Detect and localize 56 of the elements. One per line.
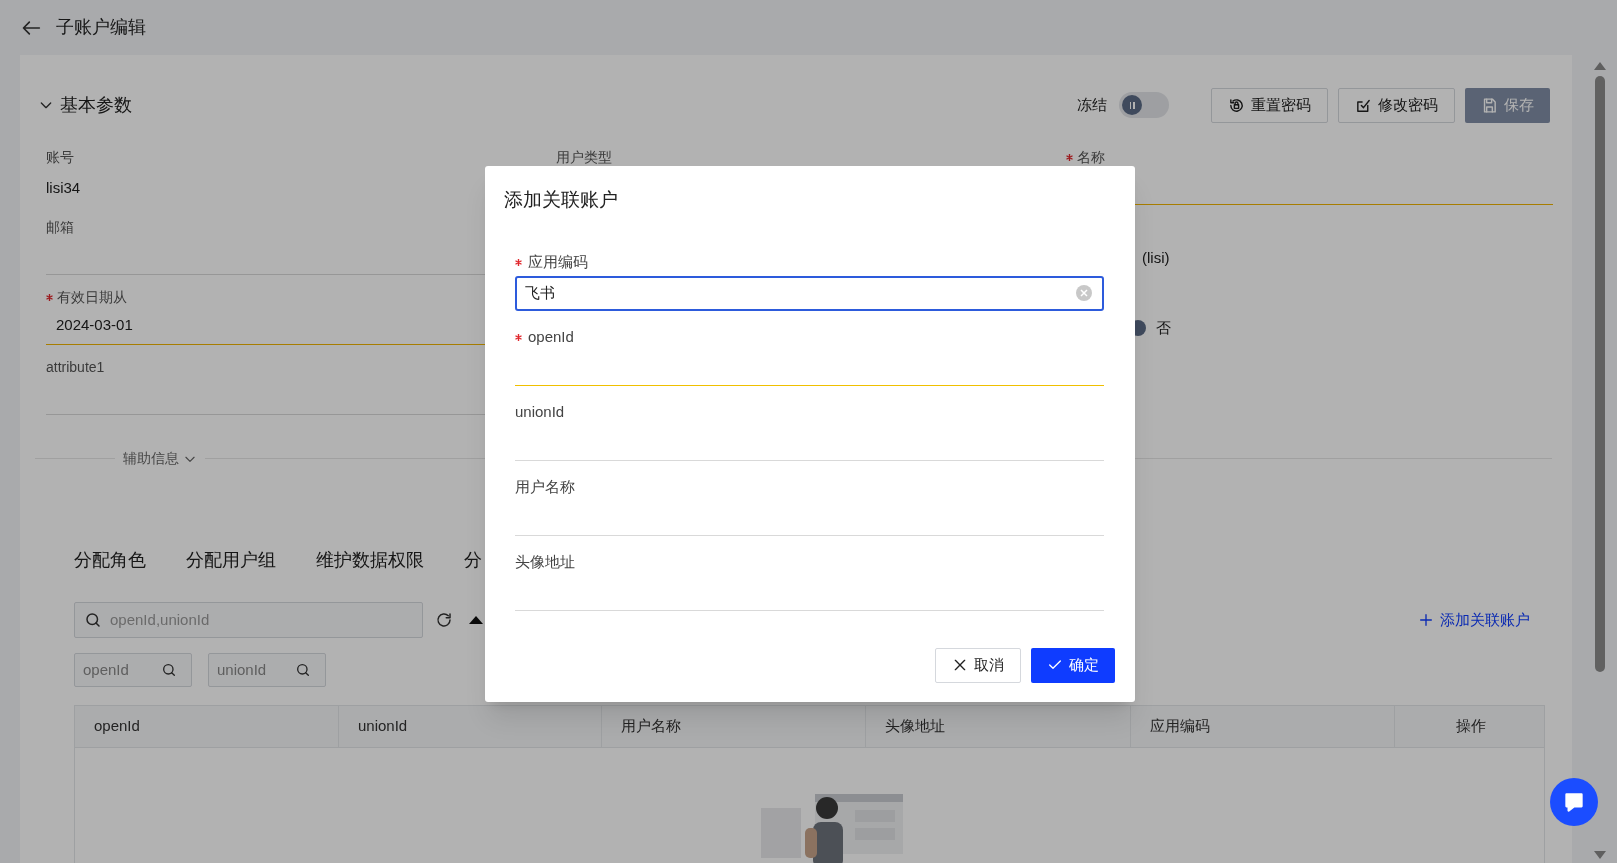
scrollbar-thumb[interactable] (1595, 76, 1605, 672)
reset-password-button[interactable]: 重置密码 (1211, 87, 1328, 123)
caret-up-icon (469, 616, 483, 624)
tab[interactable]: 分 (464, 546, 482, 574)
field-label: 用户类型 (556, 147, 612, 167)
add-linked-account-link[interactable]: 添加关联账户 (1418, 608, 1530, 632)
field-label: 账号 (46, 147, 74, 167)
field-value: 飞书 (525, 282, 556, 303)
column-header: unionId (358, 716, 408, 737)
page-title: 子账户编辑 (56, 16, 146, 39)
placeholder-text: openId (83, 659, 130, 680)
scroll-up-icon[interactable] (1594, 62, 1606, 70)
refresh-button[interactable] (435, 611, 453, 629)
tab[interactable]: 分配角色 (74, 546, 146, 574)
field-label: 应用编码 (528, 252, 588, 273)
auxiliary-toggle[interactable]: 辅助信息 (123, 448, 197, 469)
floating-chat-button[interactable] (1550, 778, 1598, 826)
lock-refresh-icon (1228, 96, 1245, 114)
search-icon (84, 611, 102, 629)
dialog-title: 添加关联账户 (504, 188, 619, 212)
field-label: 用户名称 (515, 477, 575, 498)
column-header: 用户名称 (621, 716, 681, 737)
placeholder-text: openId,unionId (110, 609, 211, 630)
field-label: openId (528, 327, 574, 348)
field-label: attribute1 (46, 357, 105, 377)
search-icon (295, 662, 311, 678)
column-header: 操作 (1455, 716, 1486, 737)
field-label: 邮箱 (46, 217, 74, 237)
field-label: 名称 (1077, 147, 1105, 167)
input-field[interactable]: 飞书 (515, 275, 1104, 311)
field-label: 头像地址 (515, 552, 575, 573)
tab[interactable]: 维护数据权限 (316, 546, 424, 574)
tab[interactable]: 分配用户组 (186, 546, 276, 574)
field-value: (lisi) (1142, 248, 1171, 268)
column-header: 应用编码 (1150, 716, 1210, 737)
radio-label: 否 (1156, 318, 1171, 338)
freeze-label: 冻结 (1077, 94, 1107, 115)
save-icon (1481, 96, 1498, 114)
column-header: 头像地址 (885, 716, 945, 737)
refresh-icon (435, 611, 453, 629)
placeholder-text: unionId (217, 659, 268, 680)
scroll-down-icon[interactable] (1594, 851, 1606, 859)
cancel-button[interactable]: 取消 (935, 647, 1021, 683)
column-header: openId (94, 716, 140, 737)
freeze-toggle[interactable] (1119, 92, 1169, 118)
field-label: 有效日期从 (57, 287, 127, 307)
clear-icon[interactable] (1076, 285, 1092, 301)
collapse-button[interactable] (469, 616, 483, 624)
confirm-button[interactable]: 确定 (1031, 647, 1115, 683)
search-icon (161, 662, 177, 678)
section-title: 基本参数 (60, 93, 132, 117)
close-icon (952, 657, 968, 673)
field-value: lisi34 (46, 178, 82, 198)
field-label: unionId (515, 402, 565, 423)
change-password-button[interactable]: 修改密码 (1338, 87, 1455, 123)
plus-icon (1418, 612, 1434, 628)
